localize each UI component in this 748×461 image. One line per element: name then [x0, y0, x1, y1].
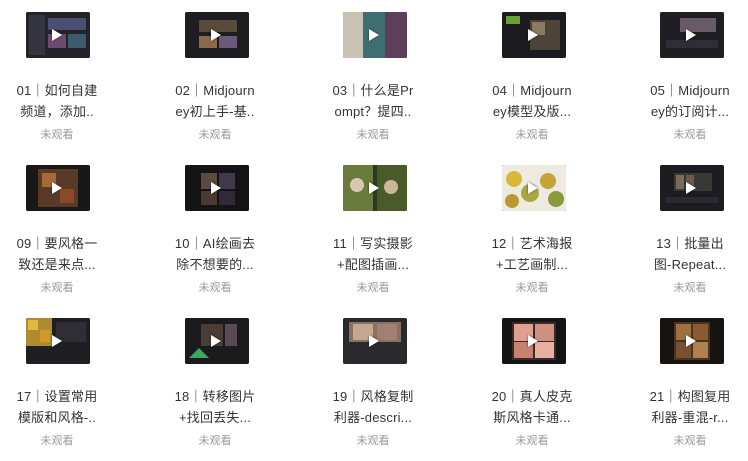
watch-status: 未观看 [673, 129, 707, 141]
watch-status: 未观看 [673, 435, 707, 447]
video-thumbnail[interactable] [502, 165, 566, 211]
video-title[interactable]: 18｜转移图片 +找回丢失... [155, 386, 275, 428]
video-thumbnail[interactable] [660, 12, 724, 58]
video-thumbnail[interactable] [185, 12, 249, 58]
play-icon [369, 335, 379, 347]
play-icon [686, 335, 696, 347]
play-icon [369, 182, 379, 194]
watch-status: 未观看 [198, 435, 232, 447]
video-title[interactable]: 17｜设置常用 模版和风格-.. [0, 386, 117, 428]
video-thumbnail[interactable] [185, 318, 249, 364]
watch-status: 未观看 [673, 282, 707, 294]
watch-status: 未观看 [356, 129, 390, 141]
video-thumbnail[interactable] [660, 165, 724, 211]
play-icon [369, 29, 379, 41]
watch-status: 未观看 [356, 282, 390, 294]
video-title[interactable]: 02｜Midjourn ey初上手-基.. [155, 80, 275, 122]
video-thumbnail[interactable] [343, 165, 407, 211]
watch-status: 未观看 [198, 282, 232, 294]
video-thumbnail[interactable] [343, 318, 407, 364]
play-icon [211, 182, 221, 194]
video-thumbnail[interactable] [26, 318, 90, 364]
video-title[interactable]: 13｜批量出 图-Repeat... [630, 233, 748, 275]
video-title[interactable]: 01｜如何自建 频道，添加.. [0, 80, 117, 122]
play-icon [528, 182, 538, 194]
video-title[interactable]: 03｜什么是Pr ompt？提四.. [313, 80, 433, 122]
video-title[interactable]: 12｜艺术海报 +工艺画制... [472, 233, 592, 275]
watch-status: 未观看 [198, 129, 232, 141]
video-thumbnail[interactable] [660, 318, 724, 364]
video-title[interactable]: 11｜写实摄影 +配图插画... [313, 233, 433, 275]
play-icon [52, 29, 62, 41]
video-title[interactable]: 20｜真人皮克 斯风格卡通... [472, 386, 592, 428]
play-icon [686, 29, 696, 41]
video-grid: 01｜如何自建 频道，添加.. 未观看 02｜Midjourn ey初上手-基.… [0, 0, 748, 461]
video-thumbnail[interactable] [185, 165, 249, 211]
video-title[interactable]: 10｜AI绘画去 除不想要的... [155, 233, 275, 275]
play-icon [52, 182, 62, 194]
watch-status: 未观看 [515, 129, 549, 141]
watch-status: 未观看 [40, 435, 74, 447]
watch-status: 未观看 [515, 282, 549, 294]
video-thumbnail[interactable] [502, 12, 566, 58]
video-title[interactable]: 04｜Midjourn ey模型及版... [472, 80, 592, 122]
play-icon [211, 29, 221, 41]
video-thumbnail[interactable] [26, 12, 90, 58]
play-icon [211, 335, 221, 347]
watch-status: 未观看 [40, 129, 74, 141]
video-title[interactable]: 05｜Midjourn ey的订阅计... [630, 80, 748, 122]
video-thumbnail[interactable] [26, 165, 90, 211]
play-icon [528, 29, 538, 41]
video-title[interactable]: 09｜要风格一 致还是来点... [0, 233, 117, 275]
play-icon [528, 335, 538, 347]
watch-status: 未观看 [515, 435, 549, 447]
video-title[interactable]: 21｜构图复用 利器-重混-r... [630, 386, 748, 428]
video-title[interactable]: 19｜风格复制 利器-descri... [313, 386, 433, 428]
video-thumbnail[interactable] [343, 12, 407, 58]
play-icon [52, 335, 62, 347]
watch-status: 未观看 [40, 282, 74, 294]
play-icon [686, 182, 696, 194]
watch-status: 未观看 [356, 435, 390, 447]
video-thumbnail[interactable] [502, 318, 566, 364]
